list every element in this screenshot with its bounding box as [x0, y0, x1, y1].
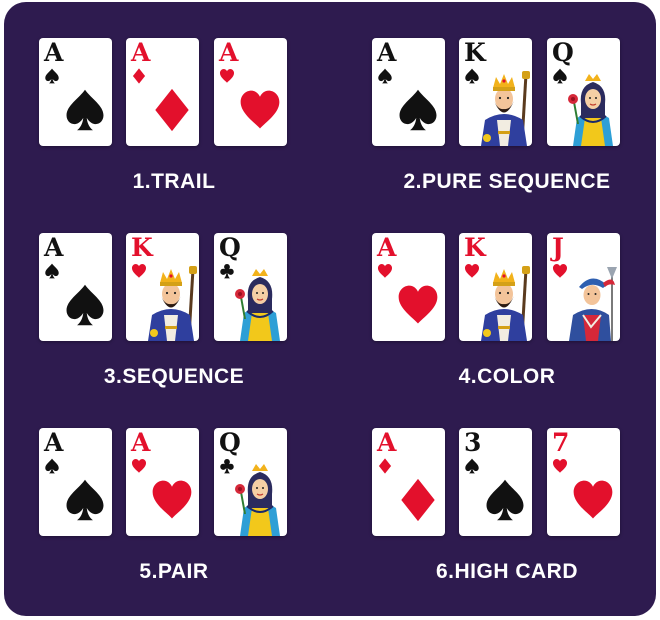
diamond-icon [401, 478, 435, 522]
card-rank: A [131, 38, 151, 67]
king-face-icon [477, 68, 532, 146]
playing-card: A [372, 38, 445, 146]
heart-icon [152, 480, 192, 519]
playing-card: 3 [459, 428, 532, 536]
hand-label: 4.COLOR [458, 365, 556, 388]
heart-icon [131, 458, 147, 473]
card-rank: K [464, 233, 486, 262]
hand-label: 5.PAIR [139, 560, 209, 583]
spade-icon [45, 263, 59, 279]
playing-card: A [39, 38, 112, 146]
queen-face-icon [232, 458, 287, 536]
card-rank: J [552, 233, 564, 262]
card-rank: A [219, 38, 239, 67]
playing-card: A [372, 233, 445, 341]
spade-icon [45, 68, 59, 84]
card-rank: Q [219, 428, 241, 457]
card-rank: A [131, 428, 151, 457]
queen-face-icon [232, 263, 287, 341]
card-rank: Q [552, 38, 574, 67]
playing-card: K [126, 233, 199, 341]
jack-face-icon [565, 263, 620, 341]
card-rank: A [377, 38, 397, 67]
card-rank: A [377, 428, 397, 457]
playing-card: A [214, 38, 287, 146]
heart-icon [398, 285, 438, 324]
spade-icon [66, 284, 104, 326]
playing-card: K [459, 38, 532, 146]
diamond-icon [378, 458, 392, 474]
card-rank: A [44, 428, 64, 457]
king-face-icon [144, 263, 199, 341]
queen-face-icon [565, 68, 620, 146]
card-rank: 3 [464, 428, 482, 457]
playing-card: 7 [547, 428, 620, 536]
king-face-icon [477, 263, 532, 341]
playing-card: Q [547, 38, 620, 146]
heart-icon [219, 68, 235, 83]
hand-trail: A A A 1.TRAIL [39, 38, 309, 208]
diamond-icon [132, 68, 146, 84]
hand-high-card: A 3 7 6.HIGH CARD [372, 428, 642, 598]
card-rank: Q [219, 233, 241, 262]
spade-icon [378, 68, 392, 84]
card-rank: A [377, 233, 397, 262]
playing-card: A [39, 428, 112, 536]
hand-pure-sequence: A K Q 2.PURE SEQUENCE [372, 38, 642, 208]
spade-icon [45, 458, 59, 474]
card-row: A 3 7 [372, 428, 642, 538]
hand-label: 2.PURE SEQUENCE [403, 170, 611, 193]
heart-icon [377, 263, 393, 278]
card-row: A K Q [39, 233, 309, 343]
card-rank: K [131, 233, 153, 262]
playing-card: Q [214, 233, 287, 341]
hand-color: A K J 4.COLOR [372, 233, 642, 403]
card-row: A K J [372, 233, 642, 343]
playing-card: J [547, 233, 620, 341]
hand-label: 1.TRAIL [132, 170, 216, 193]
card-rank: A [44, 38, 64, 67]
playing-card: A [126, 428, 199, 536]
card-rank: A [44, 233, 64, 262]
card-row: A K Q [372, 38, 642, 148]
card-rank: 7 [552, 428, 570, 457]
hand-label: 6.HIGH CARD [435, 560, 578, 583]
diamond-icon [155, 88, 189, 132]
spade-icon [465, 458, 479, 474]
hand-sequence: A K Q 3.SEQUENCE [39, 233, 309, 403]
spade-icon [399, 89, 437, 131]
hand-rankings-panel: A A A 1.TRAIL A K Q 2.PURE SEQUENCE A K … [4, 2, 656, 616]
heart-icon [573, 480, 613, 519]
spade-icon [66, 479, 104, 521]
playing-card: Q [214, 428, 287, 536]
card-rank: K [464, 38, 486, 67]
heart-icon [552, 458, 568, 473]
spade-icon [66, 89, 104, 131]
playing-card: A [39, 233, 112, 341]
spade-icon [486, 479, 524, 521]
playing-card: A [372, 428, 445, 536]
heart-icon [240, 90, 280, 129]
playing-card: K [459, 233, 532, 341]
hand-pair: A A Q 5.PAIR [39, 428, 309, 598]
card-row: A A A [39, 38, 309, 148]
playing-card: A [126, 38, 199, 146]
hand-label: 3.SEQUENCE [103, 365, 245, 388]
card-row: A A Q [39, 428, 309, 538]
